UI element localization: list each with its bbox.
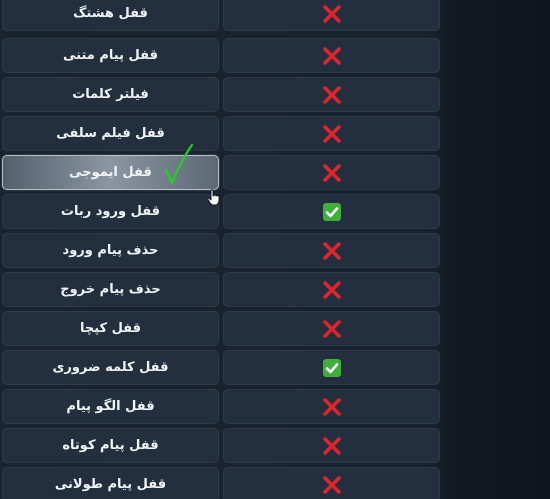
cross-icon (322, 280, 341, 299)
setting-name-button[interactable]: قفل پیام متنی (2, 38, 219, 73)
cross-icon (322, 163, 341, 182)
settings-row: حذف پیام ورود (0, 233, 442, 268)
setting-name-button[interactable]: فیلتر کلمات (2, 77, 219, 112)
setting-name-button[interactable]: حذف پیام خروج (2, 272, 219, 307)
setting-status-button[interactable] (223, 428, 440, 463)
settings-row: قفل الگو پیام (0, 389, 442, 424)
check-box-icon (322, 202, 341, 221)
cross-icon (322, 397, 341, 416)
setting-name-button[interactable]: قفل پیام طولانی (2, 467, 219, 499)
hand-pointer-icon (207, 189, 220, 206)
setting-status-button[interactable] (223, 233, 440, 268)
settings-row: قفل ایموجی (0, 155, 442, 190)
settings-row: فیلتر کلمات (0, 77, 442, 112)
cross-icon (322, 85, 341, 104)
setting-status-button[interactable] (223, 77, 440, 112)
cross-icon (322, 436, 341, 455)
cross-icon (322, 4, 341, 23)
setting-status-button[interactable] (223, 116, 440, 151)
inline-keyboard: قفل هشتگ قفل پیام متنی فیلتر کلمات قفل ف… (0, 0, 550, 499)
setting-name-button[interactable]: قفل الگو پیام (2, 389, 219, 424)
cross-icon (322, 475, 341, 494)
settings-row: قفل پیام کوتاه (0, 428, 442, 463)
setting-status-button[interactable] (223, 311, 440, 346)
setting-status-button[interactable] (223, 467, 440, 499)
settings-row: قفل پیام متنی (0, 38, 442, 73)
setting-status-button[interactable] (223, 0, 440, 31)
handwritten-check-mark-icon (164, 143, 194, 185)
setting-status-button[interactable] (223, 389, 440, 424)
settings-row: قفل کپچا (0, 311, 442, 346)
cross-icon (322, 241, 341, 260)
setting-status-button[interactable] (223, 38, 440, 73)
check-box-icon (322, 358, 341, 377)
cross-icon (322, 46, 341, 65)
setting-status-button[interactable] (223, 350, 440, 385)
setting-name-button[interactable]: حذف پیام ورود (2, 233, 219, 268)
settings-row: حذف پیام خروج (0, 272, 442, 307)
setting-name-button[interactable]: قفل کپچا (2, 311, 219, 346)
setting-status-button[interactable] (223, 194, 440, 229)
settings-row: قفل هشتگ (0, 0, 442, 31)
cross-icon (322, 124, 341, 143)
setting-name-button[interactable]: قفل هشتگ (2, 0, 219, 31)
setting-status-button[interactable] (223, 155, 440, 190)
setting-status-button[interactable] (223, 272, 440, 307)
settings-row: قفل ورود ربات (0, 194, 442, 229)
setting-name-button[interactable]: قفل ورود ربات (2, 194, 219, 229)
settings-row: قفل پیام طولانی (0, 467, 442, 499)
settings-row: قفل فیلم سلفی (0, 116, 442, 151)
cross-icon (322, 319, 341, 338)
setting-name-button[interactable]: قفل پیام کوتاه (2, 428, 219, 463)
setting-name-button[interactable]: قفل کلمه ضروری (2, 350, 219, 385)
settings-row: قفل کلمه ضروری (0, 350, 442, 385)
